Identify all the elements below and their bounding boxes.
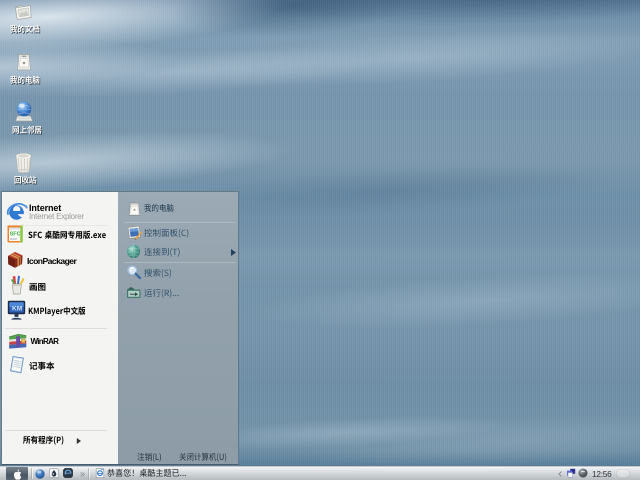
svg-text:SFC: SFC <box>10 232 21 238</box>
svg-text:KM: KM <box>12 306 22 313</box>
